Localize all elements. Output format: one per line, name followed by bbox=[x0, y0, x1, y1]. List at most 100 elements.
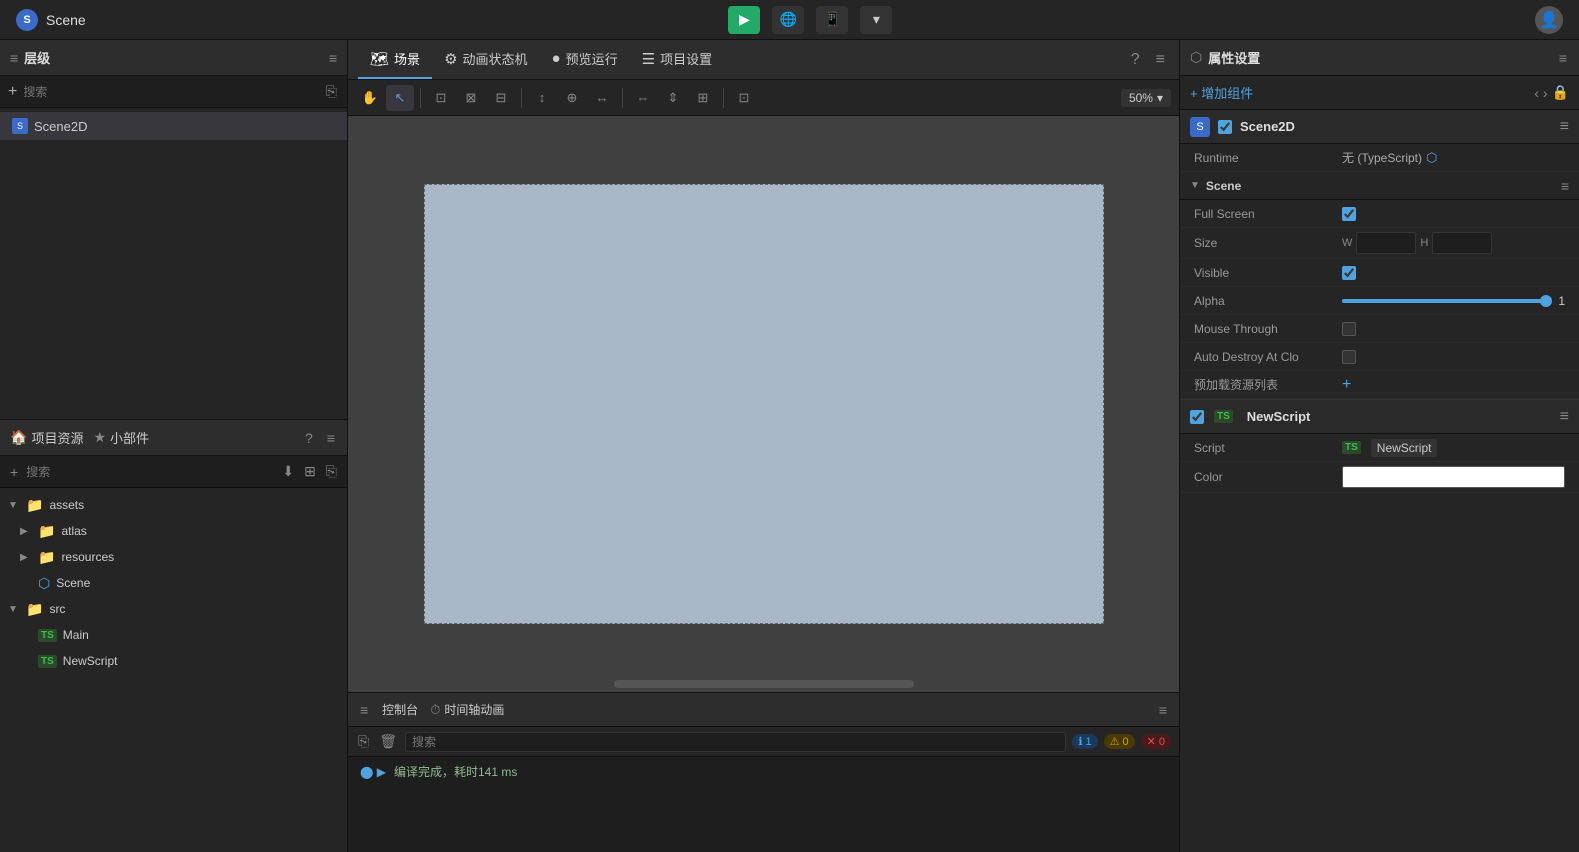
color-swatch[interactable] bbox=[1342, 466, 1565, 488]
hierarchy-title: 层级 bbox=[24, 48, 50, 67]
scene-section-arrow[interactable]: ▼ bbox=[1190, 180, 1200, 191]
grid-btn[interactable]: ⊞ bbox=[689, 85, 717, 111]
alpha-value: 1 bbox=[1342, 294, 1565, 308]
runtime-value: 无 (TypeScript) ⬡ bbox=[1342, 149, 1565, 166]
nav-lock-btn[interactable]: 🔒 bbox=[1552, 84, 1569, 101]
anchor-btn[interactable]: ⊕ bbox=[558, 85, 586, 111]
assets-folder-atlas[interactable]: 📁 atlas bbox=[0, 518, 347, 544]
align-tl-btn[interactable]: ⊡ bbox=[427, 85, 455, 111]
script-row: Script TS NewScript bbox=[1180, 434, 1579, 462]
assets-menu[interactable]: ≡ bbox=[325, 428, 337, 448]
autodestroy-value bbox=[1342, 350, 1565, 364]
scene-section-menu[interactable]: ≡ bbox=[1561, 178, 1569, 194]
tab-preview[interactable]: ● 预览运行 bbox=[540, 40, 630, 79]
size-w-input[interactable]: 1136 bbox=[1356, 232, 1416, 254]
snap-btn[interactable]: ⊡ bbox=[730, 85, 758, 111]
scene2d-enabled-checkbox[interactable] bbox=[1218, 120, 1232, 134]
resize-btn[interactable]: ↔ bbox=[588, 85, 616, 111]
newscript-enabled[interactable] bbox=[1190, 410, 1204, 424]
anim-tab-label: 动画状态机 bbox=[463, 49, 528, 68]
project-settings-tab-label: 项目设置 bbox=[660, 49, 712, 68]
globe-button[interactable]: 🌐 bbox=[772, 6, 804, 34]
preload-add-btn[interactable]: + bbox=[1342, 376, 1351, 394]
title-bar-controls: ▶ 🌐 📱 ▾ bbox=[728, 6, 892, 34]
app-title: Scene bbox=[46, 12, 86, 28]
nav-back-btn[interactable]: ‹ bbox=[1534, 84, 1539, 101]
scene-menu-btn[interactable]: ≡ bbox=[1152, 49, 1169, 71]
vp-sep-2 bbox=[521, 88, 522, 108]
add-component-btn[interactable]: + 增加组件 bbox=[1190, 79, 1253, 107]
assets-grid-btn[interactable]: ⊞ bbox=[302, 461, 318, 482]
timeline-tab-label: 时间轴动画 bbox=[444, 701, 504, 718]
nav-forward-btn[interactable]: › bbox=[1543, 84, 1548, 101]
align-tr-btn[interactable]: ⊟ bbox=[487, 85, 515, 111]
assets-file-main[interactable]: TS Main bbox=[0, 622, 347, 648]
app-logo: S bbox=[16, 9, 38, 31]
assets-file-newscript[interactable]: TS NewScript bbox=[0, 648, 347, 674]
tab-widgets[interactable]: ★ 小部件 bbox=[93, 428, 149, 447]
tab-project-settings[interactable]: ☰ 项目设置 bbox=[630, 40, 724, 79]
newscript-menu[interactable]: ≡ bbox=[1560, 408, 1569, 426]
add-component-row: + 增加组件 ‹ › 🔒 bbox=[1180, 76, 1579, 110]
visible-row: Visible bbox=[1180, 259, 1579, 287]
console-menu[interactable]: ≡ bbox=[1157, 700, 1169, 720]
hand-tool-btn[interactable]: ✋ bbox=[356, 85, 384, 111]
center-panel: 🗺 场景 ⚙ 动画状态机 ● 预览运行 ☰ 项目设置 ? ≡ ✋ ↖ bbox=[348, 40, 1179, 852]
assets-toolbar: + ⬇ ⊞ ⎘ bbox=[0, 456, 347, 488]
script-name-link[interactable]: NewScript bbox=[1371, 439, 1438, 457]
runtime-link-icon[interactable]: ⬡ bbox=[1426, 150, 1437, 166]
scene-help-btn[interactable]: ? bbox=[1127, 49, 1144, 71]
assets-copy-btn[interactable]: ⎘ bbox=[324, 461, 339, 482]
play-button[interactable]: ▶ bbox=[728, 6, 760, 34]
console-search-input[interactable] bbox=[405, 732, 1066, 752]
console-tab-console[interactable]: 控制台 bbox=[382, 701, 418, 718]
visible-checkbox[interactable] bbox=[1342, 266, 1356, 280]
hierarchy-menu[interactable]: ≡ bbox=[329, 50, 337, 66]
assets-filter-btn[interactable]: ⬇ bbox=[280, 461, 296, 482]
scene2d-component-menu[interactable]: ≡ bbox=[1560, 118, 1569, 136]
fullscreen-checkbox[interactable] bbox=[1342, 207, 1356, 221]
tab-anim-state[interactable]: ⚙ 动画状态机 bbox=[432, 40, 539, 79]
more-button[interactable]: ▾ bbox=[860, 6, 892, 34]
size-label: Size bbox=[1194, 236, 1334, 250]
console-icon: ≡ bbox=[358, 700, 370, 720]
assets-tree: 📁 assets 📁 atlas 📁 resources ⬡ Scene bbox=[0, 488, 347, 852]
hierarchy-add-btn[interactable]: + bbox=[8, 83, 17, 101]
mousethrough-checkbox[interactable] bbox=[1342, 322, 1356, 336]
badge-err: ✕ 0 bbox=[1141, 734, 1171, 749]
autodestroy-checkbox[interactable] bbox=[1342, 350, 1356, 364]
select-tool-btn[interactable]: ↖ bbox=[386, 85, 414, 111]
hierarchy-search-input[interactable] bbox=[23, 85, 317, 99]
assets-search-input[interactable] bbox=[26, 465, 274, 479]
zoom-control[interactable]: 50% ▾ bbox=[1121, 89, 1171, 107]
dist-v-btn[interactable]: ⇕ bbox=[659, 85, 687, 111]
console-tab-timeline[interactable]: ⏱ 时间轴动画 bbox=[430, 701, 504, 718]
assets-folder-src[interactable]: 📁 src bbox=[0, 596, 347, 622]
tree-item-scene2d[interactable]: S Scene2D bbox=[0, 112, 347, 140]
user-avatar[interactable]: 👤 bbox=[1535, 6, 1563, 34]
assets-add-btn[interactable]: + bbox=[8, 462, 20, 482]
mobile-button[interactable]: 📱 bbox=[816, 6, 848, 34]
size-h-input[interactable]: 640 bbox=[1432, 232, 1492, 254]
tab-project-assets[interactable]: 🏠 项目资源 bbox=[10, 428, 83, 447]
move-btn[interactable]: ↕ bbox=[528, 85, 556, 111]
zoom-arrow: ▾ bbox=[1157, 91, 1163, 105]
assets-folder-root[interactable]: 📁 assets bbox=[0, 492, 347, 518]
assets-folder-resources[interactable]: 📁 resources bbox=[0, 544, 347, 570]
tab-scene[interactable]: 🗺 场景 bbox=[358, 40, 432, 79]
console-delete-icon[interactable]: 🗑 bbox=[377, 731, 399, 752]
viewport-scrollbar-h[interactable] bbox=[614, 680, 914, 688]
assets-file-scene[interactable]: ⬡ Scene bbox=[0, 570, 347, 596]
src-label: src bbox=[49, 602, 65, 616]
preview-tab-icon: ● bbox=[552, 50, 561, 67]
align-tc-btn[interactable]: ⊠ bbox=[457, 85, 485, 111]
hierarchy-copy-btn[interactable]: ⎘ bbox=[324, 81, 339, 102]
err-count: 0 bbox=[1159, 736, 1165, 748]
viewport[interactable] bbox=[348, 116, 1179, 692]
props-help[interactable]: ≡ bbox=[1557, 48, 1569, 68]
dist-h-btn[interactable]: ⇔ bbox=[629, 85, 657, 111]
alpha-slider[interactable] bbox=[1342, 299, 1552, 303]
console-line-1: ⬤ ▶ 编译完成，耗时141 ms bbox=[360, 763, 1167, 780]
assets-help[interactable]: ? bbox=[303, 428, 315, 448]
console-copy-icon[interactable]: ⎘ bbox=[356, 731, 371, 752]
